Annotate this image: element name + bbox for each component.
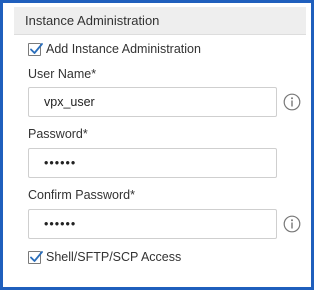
confirm-password-label: Confirm Password* bbox=[28, 188, 135, 202]
shell-access-checkbox-row[interactable]: Shell/SFTP/SCP Access bbox=[28, 248, 181, 266]
user-name-label: User Name* bbox=[28, 67, 97, 81]
checkmark-icon bbox=[30, 250, 43, 262]
confirm-password-info-icon[interactable] bbox=[283, 215, 301, 233]
section-header: Instance Administration bbox=[14, 7, 306, 35]
confirm-password-input[interactable]: •••••• bbox=[28, 209, 277, 239]
add-instance-admin-checkbox[interactable] bbox=[28, 42, 43, 56]
section-title: Instance Administration bbox=[25, 13, 160, 28]
add-instance-admin-label: Add Instance Administration bbox=[46, 42, 201, 56]
add-instance-admin-checkbox-row[interactable]: Add Instance Administration bbox=[28, 40, 201, 58]
dialog-frame: Instance Administration Add Instance Adm… bbox=[0, 0, 314, 290]
user-name-info-icon[interactable] bbox=[283, 93, 301, 111]
user-name-input[interactable]: vpx_user bbox=[28, 87, 277, 117]
shell-access-label: Shell/SFTP/SCP Access bbox=[46, 250, 182, 264]
password-input[interactable]: •••••• bbox=[28, 148, 277, 178]
checkmark-icon bbox=[30, 42, 43, 54]
password-label: Password* bbox=[28, 127, 88, 141]
shell-access-checkbox[interactable] bbox=[28, 250, 43, 264]
